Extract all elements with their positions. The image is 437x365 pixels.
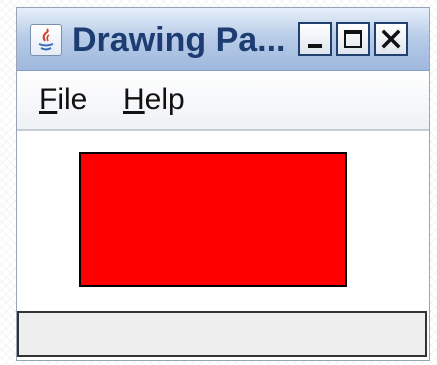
title-bar[interactable]: Drawing Pa... <box>17 8 429 71</box>
drawing-canvas[interactable] <box>17 131 429 306</box>
menu-file-mnemonic: F <box>39 83 58 116</box>
menu-help-mnemonic: H <box>123 83 145 116</box>
maximize-button[interactable] <box>336 22 370 56</box>
status-bar <box>17 311 427 357</box>
close-button[interactable] <box>374 22 408 56</box>
drawing-panel-window: Drawing Pa... File Help <box>17 8 429 360</box>
java-icon[interactable] <box>30 24 62 56</box>
window-title: Drawing Pa... <box>72 21 286 59</box>
red-rectangle <box>79 152 347 287</box>
minimize-button[interactable] <box>298 22 332 56</box>
menu-bar: File Help <box>17 71 429 131</box>
close-icon <box>381 29 401 49</box>
maximize-icon <box>344 30 362 48</box>
menu-help-rest: elp <box>144 83 185 116</box>
menu-file[interactable]: File <box>39 79 87 121</box>
menu-file-rest: ile <box>57 83 88 116</box>
minimize-icon <box>308 44 322 48</box>
menu-help[interactable]: Help <box>123 79 185 121</box>
